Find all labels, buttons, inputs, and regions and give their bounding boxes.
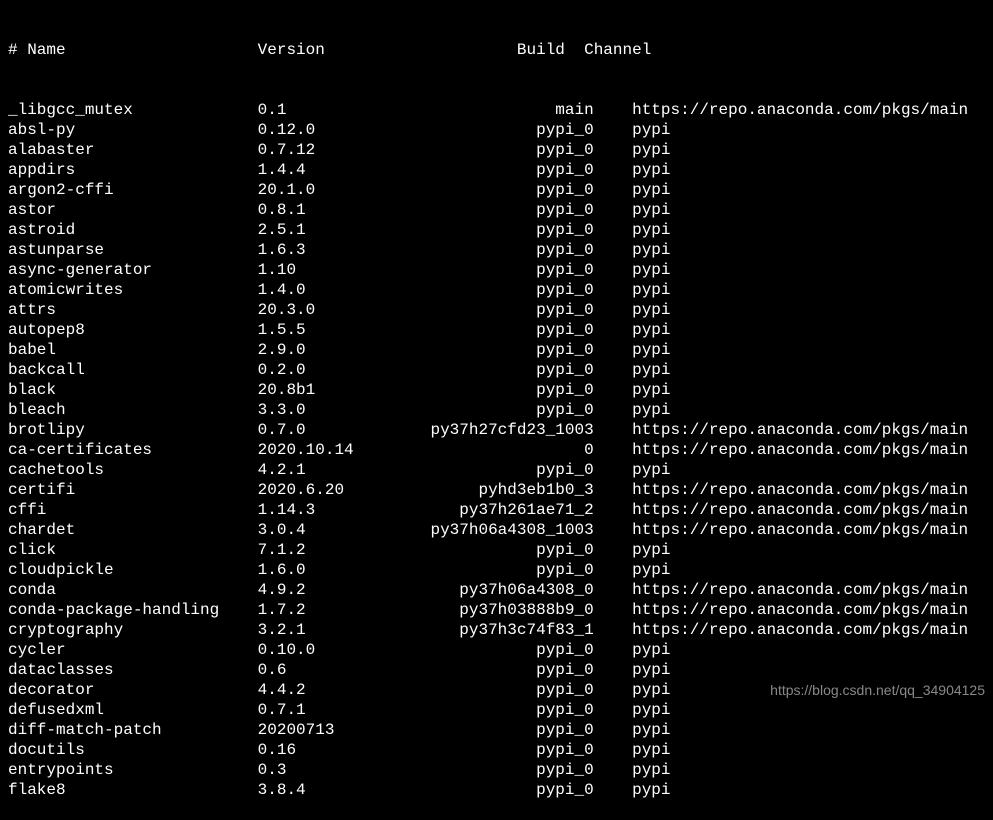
package-row: certifi 2020.6.20 pyhd3eb1b0_3 https://r… [8, 480, 985, 500]
package-row: babel 2.9.0 pypi_0 pypi [8, 340, 985, 360]
package-row: alabaster 0.7.12 pypi_0 pypi [8, 140, 985, 160]
package-row: backcall 0.2.0 pypi_0 pypi [8, 360, 985, 380]
package-row: attrs 20.3.0 pypi_0 pypi [8, 300, 985, 320]
package-row: absl-py 0.12.0 pypi_0 pypi [8, 120, 985, 140]
package-row: cloudpickle 1.6.0 pypi_0 pypi [8, 560, 985, 580]
package-row: dataclasses 0.6 pypi_0 pypi [8, 660, 985, 680]
watermark-text: https://blog.csdn.net/qq_34904125 [770, 680, 985, 700]
header-name: # Name Version Build Channel [8, 41, 651, 59]
package-row: defusedxml 0.7.1 pypi_0 pypi [8, 700, 985, 720]
package-row: cryptography 3.2.1 py37h3c74f83_1 https:… [8, 620, 985, 640]
package-row: ca-certificates 2020.10.14 0 https://rep… [8, 440, 985, 460]
package-row: docutils 0.16 pypi_0 pypi [8, 740, 985, 760]
package-row: click 7.1.2 pypi_0 pypi [8, 540, 985, 560]
package-row: cffi 1.14.3 py37h261ae71_2 https://repo.… [8, 500, 985, 520]
package-row: astor 0.8.1 pypi_0 pypi [8, 200, 985, 220]
package-row: flake8 3.8.4 pypi_0 pypi [8, 780, 985, 800]
package-row: cachetools 4.2.1 pypi_0 pypi [8, 460, 985, 480]
package-row: argon2-cffi 20.1.0 pypi_0 pypi [8, 180, 985, 200]
package-row: autopep8 1.5.5 pypi_0 pypi [8, 320, 985, 340]
package-row: cycler 0.10.0 pypi_0 pypi [8, 640, 985, 660]
package-row: astroid 2.5.1 pypi_0 pypi [8, 220, 985, 240]
package-row: conda 4.9.2 py37h06a4308_0 https://repo.… [8, 580, 985, 600]
package-row: atomicwrites 1.4.0 pypi_0 pypi [8, 280, 985, 300]
package-row: entrypoints 0.3 pypi_0 pypi [8, 760, 985, 780]
package-row: chardet 3.0.4 py37h06a4308_1003 https://… [8, 520, 985, 540]
package-row: bleach 3.3.0 pypi_0 pypi [8, 400, 985, 420]
package-row: _libgcc_mutex 0.1 main https://repo.anac… [8, 100, 985, 120]
package-row: diff-match-patch 20200713 pypi_0 pypi [8, 720, 985, 740]
package-row: conda-package-handling 1.7.2 py37h03888b… [8, 600, 985, 620]
package-row: appdirs 1.4.4 pypi_0 pypi [8, 160, 985, 180]
package-row: async-generator 1.10 pypi_0 pypi [8, 260, 985, 280]
package-row: brotlipy 0.7.0 py37h27cfd23_1003 https:/… [8, 420, 985, 440]
package-row: astunparse 1.6.3 pypi_0 pypi [8, 240, 985, 260]
package-row: black 20.8b1 pypi_0 pypi [8, 380, 985, 400]
header-row: # Name Version Build Channel [8, 40, 985, 60]
